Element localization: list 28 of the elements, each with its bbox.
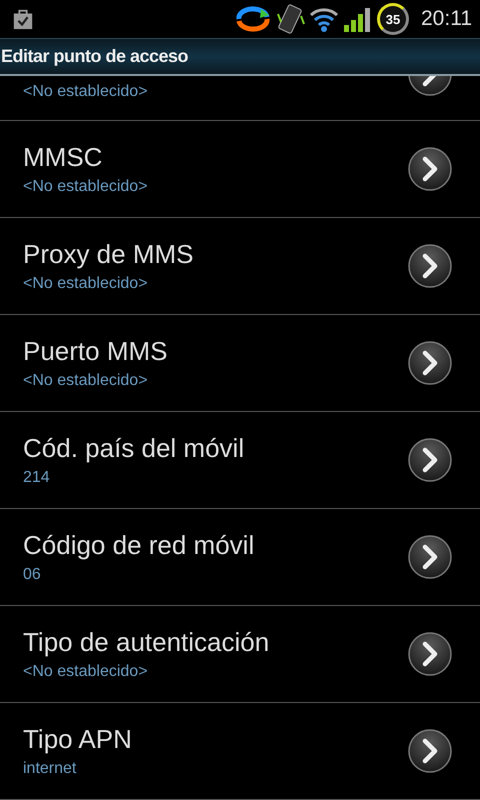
chevron-button[interactable] [408,729,452,773]
setting-title[interactable]: Proxy de MMS [23,238,408,270]
clock: 20:11 [421,7,472,31]
chevron-button[interactable] [408,147,452,191]
chevron-button[interactable] [408,244,452,288]
setting-value: <No establecido> [23,177,149,197]
setting-value: 06 [23,565,42,585]
setting-title[interactable]: Tipo de autenticación [23,626,408,658]
setting-value: <No establecido> [23,371,149,391]
setting-value: 214 [23,468,51,488]
setting-value: <No establecido> [23,662,149,682]
setting-title[interactable]: Código de red móvil [23,529,408,561]
setting-title[interactable]: Puerto MMS [23,335,408,367]
chevron-button[interactable] [408,438,452,482]
screen-title: Editar punto de acceso [1,46,188,67]
setting-title[interactable]: Cód. país del móvil [23,432,408,464]
sync-icon [235,5,271,33]
chevron-button[interactable] [408,341,452,385]
chevron-button[interactable] [408,535,452,579]
signal-icon [343,5,373,33]
setting-title[interactable]: Tipo APN [23,723,408,755]
shopping-bag-icon [12,8,34,30]
setting-value: internet [23,759,78,779]
battery-level: 35 [386,12,400,26]
setting-value: <No establecido> [23,82,149,102]
setting-value: <No establecido> [23,274,149,294]
setting-title[interactable]: MMSC [23,141,408,173]
chevron-button[interactable] [408,632,452,676]
